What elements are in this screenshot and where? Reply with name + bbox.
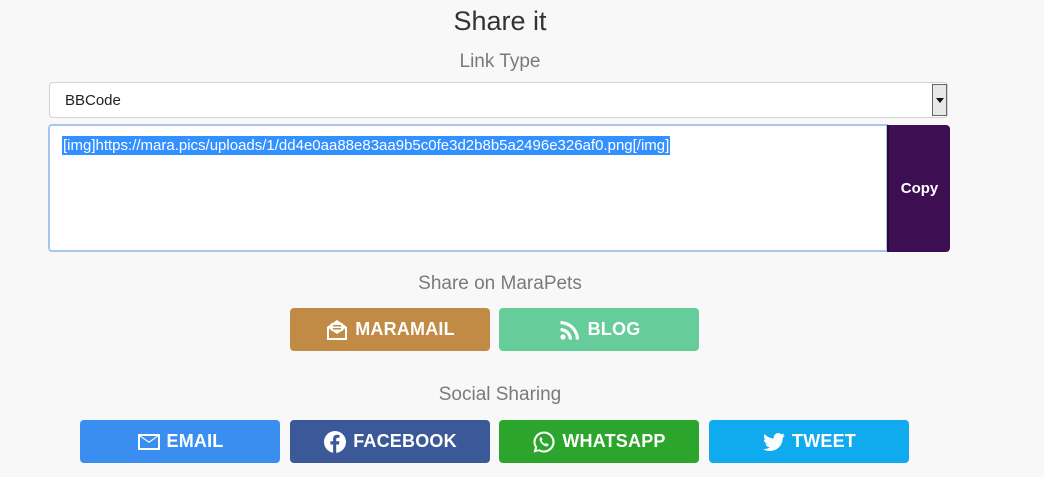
link-type-label: Link Type bbox=[459, 51, 541, 72]
twitter-icon bbox=[763, 432, 785, 451]
whatsapp-button[interactable]: WHATSAPP bbox=[499, 420, 699, 463]
rss-icon bbox=[559, 320, 579, 340]
mail-envelope-icon bbox=[327, 319, 348, 340]
email-label: EMAIL bbox=[166, 431, 224, 451]
envelope-icon bbox=[137, 433, 160, 450]
tweet-button[interactable]: TWEET bbox=[709, 420, 909, 463]
facebook-button[interactable]: FACEBOOK bbox=[290, 420, 490, 463]
whatsapp-label: WHATSAPP bbox=[562, 431, 666, 451]
share-code-text: [img]https://mara.pics/uploads/1/dd4e0aa… bbox=[62, 136, 671, 155]
whatsapp-icon bbox=[533, 430, 555, 452]
share-code-textarea[interactable]: [img]https://mara.pics/uploads/1/dd4e0aa… bbox=[48, 124, 888, 252]
maramail-label: MARAMAIL bbox=[355, 319, 455, 339]
copy-button[interactable]: Copy bbox=[887, 125, 950, 252]
link-type-value: BBCode bbox=[65, 92, 121, 109]
page-title: Share it bbox=[453, 6, 547, 36]
social-heading: Social Sharing bbox=[438, 384, 562, 405]
tweet-label: TWEET bbox=[792, 431, 856, 451]
blog-label: BLOG bbox=[587, 319, 641, 339]
link-type-select[interactable]: BBCode bbox=[49, 82, 948, 118]
marapets-heading: Share on MaraPets bbox=[418, 273, 582, 294]
chevron-down-icon[interactable] bbox=[932, 84, 947, 116]
blog-button[interactable]: BLOG bbox=[499, 308, 699, 351]
email-button[interactable]: EMAIL bbox=[80, 420, 280, 463]
maramail-button[interactable]: MARAMAIL bbox=[290, 308, 490, 351]
facebook-label: FACEBOOK bbox=[353, 431, 457, 451]
facebook-icon bbox=[324, 430, 347, 453]
